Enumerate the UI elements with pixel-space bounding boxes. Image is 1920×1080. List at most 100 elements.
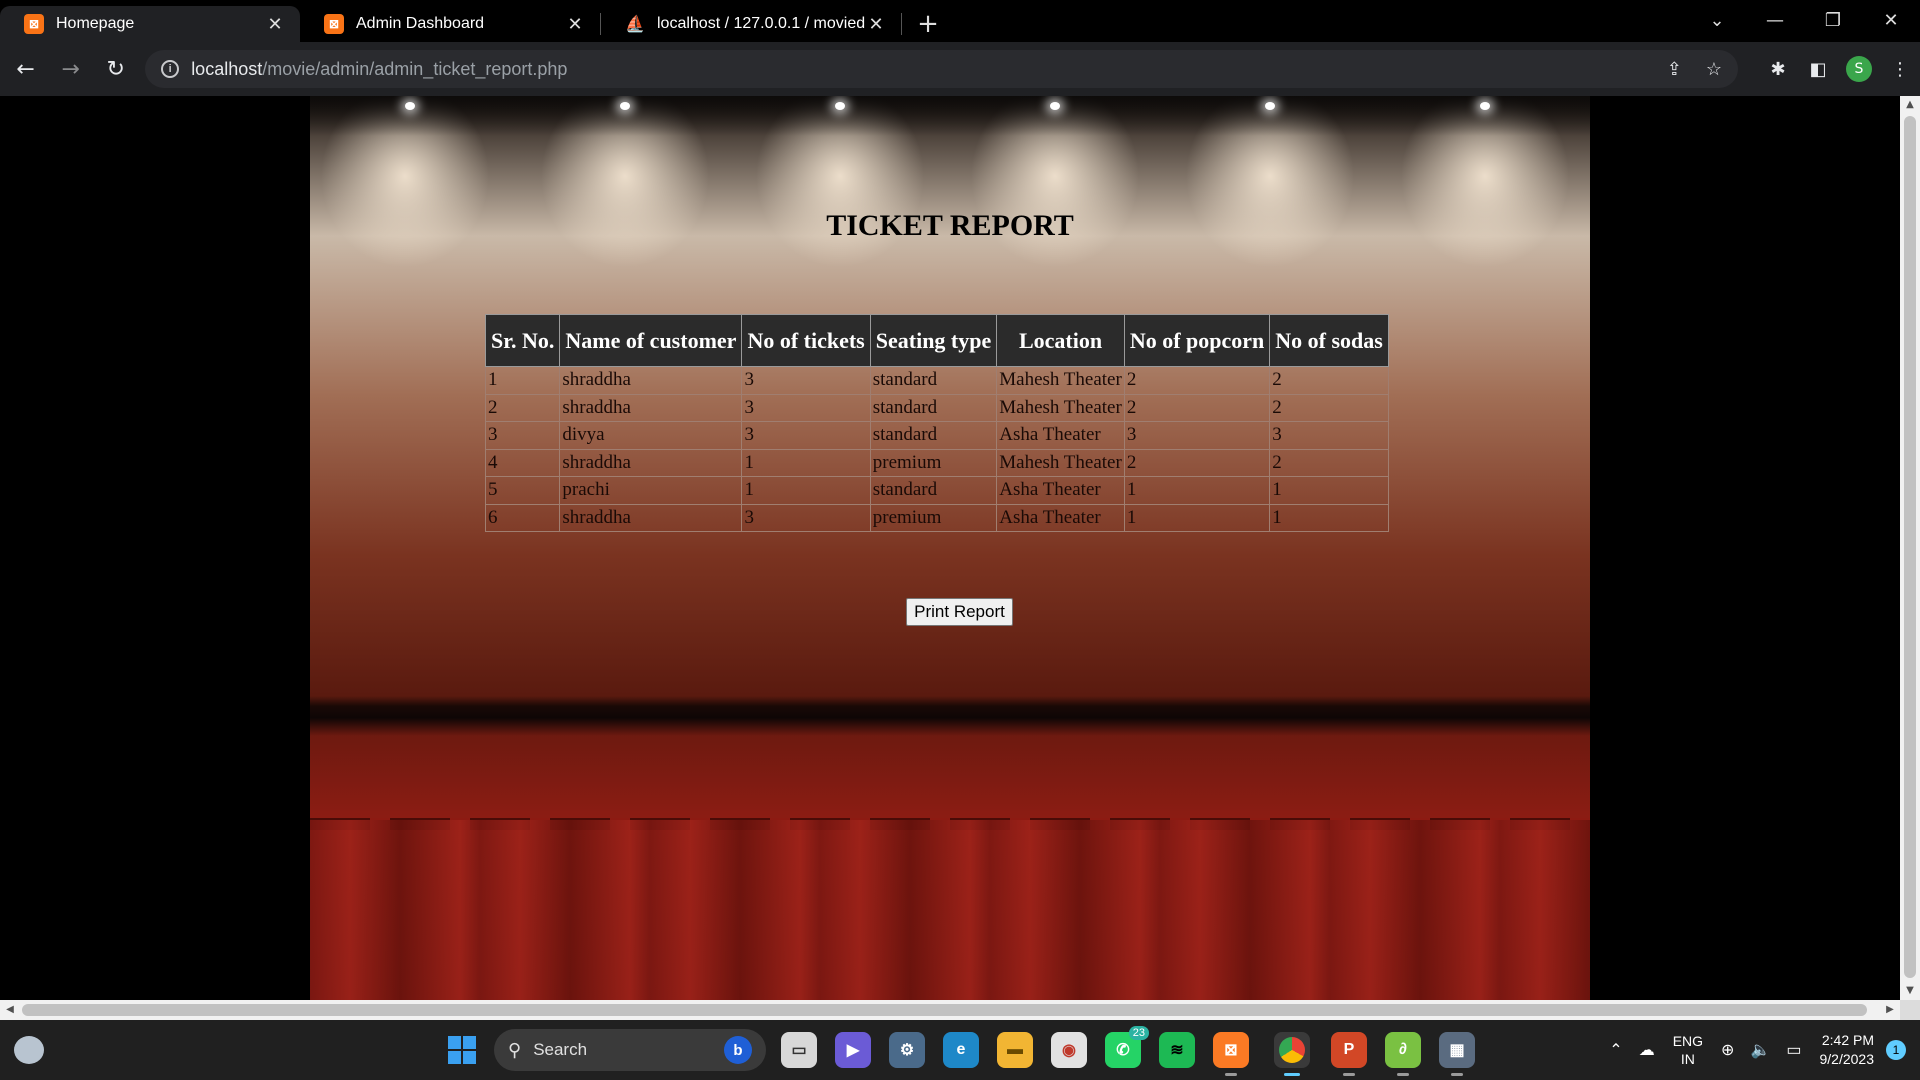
file-explorer-icon[interactable]: ▬ — [997, 1032, 1033, 1068]
chevron-up-icon[interactable]: ⌃ — [1609, 1040, 1622, 1060]
print-report-button[interactable]: Print Report — [906, 598, 1013, 626]
table-cell: 2 — [1123, 366, 1271, 395]
weather-icon[interactable] — [14, 1036, 44, 1064]
table-cell: premium — [869, 448, 998, 477]
edge-icon[interactable]: e — [943, 1032, 979, 1068]
taskbar-search[interactable]: ⚲ Search b — [494, 1029, 766, 1071]
volume-icon[interactable]: 🔈 — [1750, 1040, 1770, 1060]
bing-icon[interactable]: b — [724, 1036, 752, 1064]
tab-phpmyadmin[interactable]: ⛵ localhost / 127.0.0.1 / moviedb / ✕ — [601, 6, 901, 42]
tab-search-icon[interactable]: ⌄ — [1688, 10, 1746, 31]
table-cell: 4 — [484, 448, 561, 477]
tab-title: Homepage — [56, 15, 135, 32]
profile-avatar[interactable]: S — [1845, 56, 1872, 82]
battery-icon[interactable]: ▭ — [1786, 1040, 1801, 1060]
notification-badge: 23 — [1128, 1026, 1149, 1040]
back-icon[interactable]: ← — [6, 49, 45, 89]
scroll-up-icon[interactable]: ▲ — [1900, 96, 1920, 114]
forward-icon[interactable]: → — [51, 49, 90, 89]
restore-icon[interactable]: ❐ — [1804, 10, 1862, 31]
tab-homepage[interactable]: ⊠ Homepage ✕ — [0, 6, 300, 42]
settings-gear-icon[interactable]: ⚙ — [889, 1032, 925, 1068]
table-cell: Asha Theater — [996, 503, 1125, 532]
page-viewport: TICKET REPORT Sr. No. Name of customer N… — [0, 96, 1900, 1000]
tab-admin-dashboard[interactable]: ⊠ Admin Dashboard ✕ — [300, 6, 600, 42]
chrome-active-icon[interactable] — [1274, 1032, 1310, 1076]
close-icon[interactable]: ✕ — [865, 13, 887, 35]
new-tab-button[interactable]: + — [910, 6, 946, 42]
phpmyadmin-icon: ⛵ — [625, 16, 645, 33]
scrollbar-thumb[interactable] — [22, 1004, 1867, 1016]
spotlight-icon — [405, 102, 415, 110]
clock-time: 2:42 PM — [1821, 1032, 1874, 1048]
onedrive-icon[interactable]: ☁ — [1639, 1040, 1655, 1060]
table-row: 2 shraddha 3 standard Mahesh Theater 2 2 — [484, 393, 1389, 422]
table-cell: standard — [869, 366, 998, 395]
clock[interactable]: 2:42 PM 9/2/2023 — [1820, 1031, 1875, 1069]
table-cell: 1 — [741, 476, 871, 505]
site-info-icon[interactable]: i — [161, 60, 180, 78]
table-cell: standard — [869, 393, 998, 422]
chrome-icon[interactable]: ◉ — [1051, 1032, 1087, 1068]
menu-kebab-icon[interactable]: ⋮ — [1880, 59, 1920, 80]
table-cell: 3 — [484, 421, 561, 450]
table-row: 3 divya 3 standard Asha Theater 3 3 — [484, 421, 1389, 450]
teams-chat-icon[interactable]: ▶ — [835, 1032, 871, 1068]
close-icon[interactable]: ✕ — [564, 13, 586, 35]
spotlight-icon — [620, 102, 630, 110]
scroll-left-icon[interactable]: ◀ — [0, 1000, 20, 1020]
table-cell: shraddha — [559, 448, 743, 477]
share-icon[interactable]: ⇪ — [1667, 59, 1682, 80]
table-cell: premium — [869, 503, 998, 532]
bookmark-star-icon[interactable]: ☆ — [1706, 59, 1722, 80]
column-header: Sr. No. — [484, 314, 561, 367]
table-cell: 1 — [1269, 476, 1389, 505]
theater-background: TICKET REPORT Sr. No. Name of customer N… — [310, 96, 1590, 1000]
page-title: TICKET REPORT — [826, 209, 1074, 242]
url-host: localhost — [191, 58, 263, 79]
table-cell: shraddha — [559, 393, 743, 422]
close-icon[interactable]: ✕ — [264, 13, 286, 35]
spotlight-icon — [835, 102, 845, 110]
spotlight-icon — [1050, 102, 1060, 110]
close-window-icon[interactable]: ✕ — [1862, 10, 1920, 31]
search-icon: ⚲ — [508, 1039, 522, 1060]
language-indicator[interactable]: ENG IN — [1673, 1032, 1703, 1068]
side-panel-icon[interactable]: ◧ — [1798, 59, 1838, 80]
whatsapp-icon[interactable]: ✆ 23 — [1105, 1026, 1149, 1068]
reload-icon[interactable]: ↻ — [96, 49, 135, 89]
minimize-icon[interactable]: — — [1746, 10, 1804, 31]
android-studio-icon[interactable]: ∂ — [1385, 1032, 1421, 1076]
table-row: 5 prachi 1 standard Asha Theater 1 1 — [484, 476, 1389, 505]
horizontal-scrollbar[interactable]: ◀ ▶ — [0, 1000, 1900, 1020]
scroll-down-icon[interactable]: ▼ — [1900, 982, 1920, 1000]
task-view-icon[interactable]: ▭ — [781, 1032, 817, 1068]
table-row: 1 shraddha 3 standard Mahesh Theater 2 2 — [484, 366, 1389, 395]
scroll-right-icon[interactable]: ▶ — [1880, 1000, 1900, 1020]
windows-start-icon[interactable] — [448, 1036, 476, 1064]
table-cell: Asha Theater — [996, 476, 1125, 505]
spotify-icon[interactable]: ≋ — [1159, 1032, 1195, 1068]
table-cell: 2 — [484, 393, 561, 422]
network-globe-icon[interactable]: ⊕ — [1721, 1040, 1734, 1060]
table-cell: 2 — [1269, 448, 1389, 477]
window-controls: ⌄ — ❐ ✕ — [1688, 0, 1920, 40]
xampp-icon: ⊠ — [24, 14, 44, 34]
table-cell: 1 — [1123, 503, 1271, 532]
table-row: 4 shraddha 1 premium Mahesh Theater 2 2 — [484, 448, 1389, 477]
extensions-icon[interactable]: ✱ — [1758, 59, 1798, 80]
column-header: Name of customer — [559, 314, 743, 367]
address-bar[interactable]: i localhost/movie/admin/admin_ticket_rep… — [145, 50, 1738, 88]
xampp-icon[interactable]: ⊠ — [1213, 1032, 1249, 1076]
table-cell: prachi — [559, 476, 743, 505]
vertical-scrollbar[interactable]: ▲ ▼ — [1900, 96, 1920, 1000]
browser-toolbar: ← → ↻ i localhost/movie/admin/admin_tick… — [0, 42, 1920, 96]
system-tray: ⌃ ☁ ENG IN ⊕ 🔈 ▭ 2:42 PM 9/2/2023 1 — [1601, 1020, 1920, 1080]
table-cell: Mahesh Theater — [996, 448, 1125, 477]
powerpoint-icon[interactable]: P — [1331, 1032, 1367, 1076]
calculator-icon[interactable]: ▦ — [1439, 1032, 1475, 1076]
spotlight-icon — [1265, 102, 1275, 110]
notification-count-badge[interactable]: 1 — [1886, 1040, 1906, 1060]
table-cell: Mahesh Theater — [996, 393, 1125, 422]
scrollbar-thumb[interactable] — [1904, 116, 1916, 978]
